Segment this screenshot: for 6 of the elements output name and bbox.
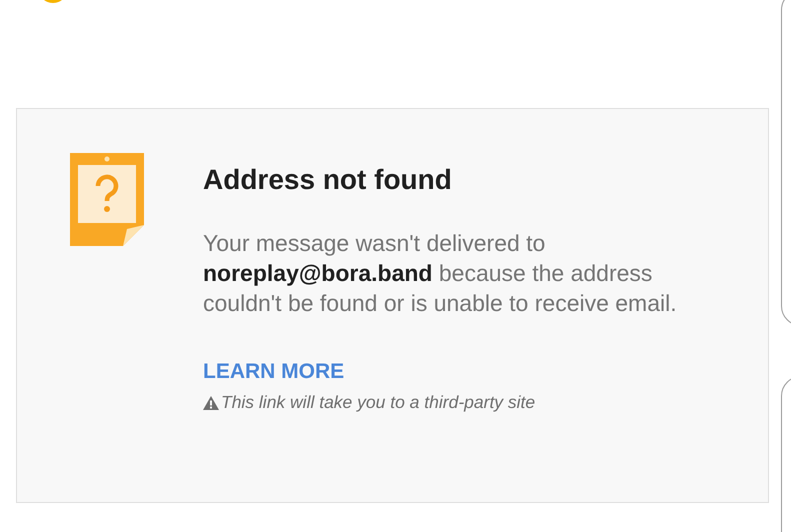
notice-message: Your message wasn't delivered to noreplay@bora.band because the address couldn't be found or is unable to receive email.: [203, 229, 678, 318]
warning-note: This link will take you to a third-party site: [221, 392, 536, 413]
notice-title: Address not found: [203, 164, 452, 196]
unknown-document-icon: [70, 153, 144, 246]
warning-icon: [203, 396, 219, 410]
learn-more-link[interactable]: LEARN MORE: [203, 360, 344, 384]
